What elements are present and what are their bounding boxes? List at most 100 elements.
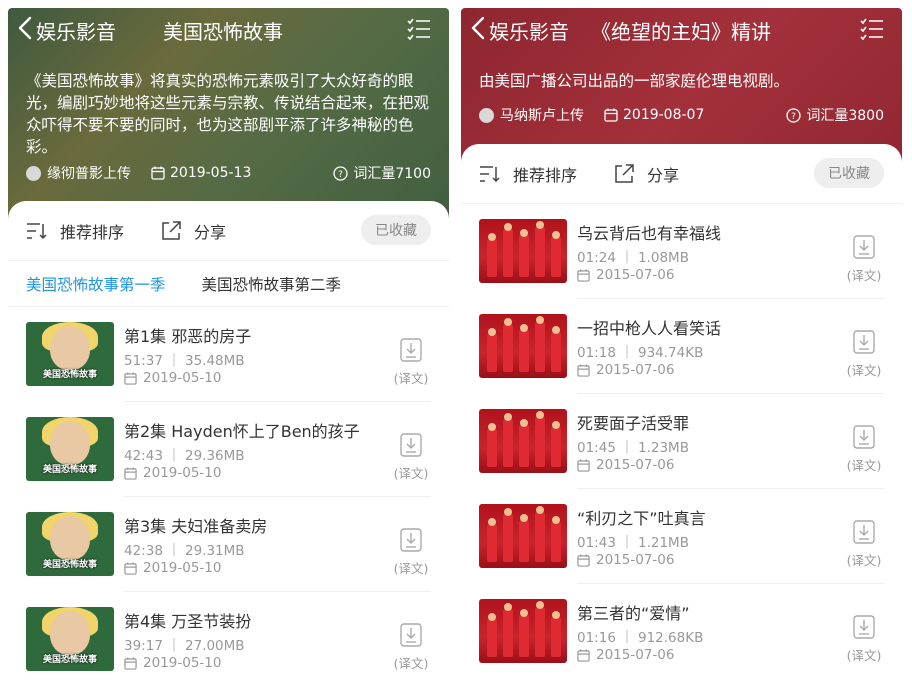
svg-text:?: ? (338, 170, 343, 180)
series-meta: 马纳斯卢上传 2019-08-07 ? 词汇量3800 (479, 105, 884, 125)
episode-date-label: 2015-07-06 (596, 267, 675, 283)
download-icon (853, 330, 875, 354)
download-button[interactable]: (译文) (844, 330, 884, 379)
download-button[interactable]: (译文) (391, 338, 431, 387)
episode-thumbnail (479, 314, 567, 378)
upload-date-label: 2019-08-07 (623, 107, 705, 123)
download-label: (译文) (846, 363, 882, 378)
tab-season-1[interactable]: 美国恐怖故事第一季 (26, 273, 166, 295)
episode-date-label: 2015-07-06 (596, 647, 675, 663)
download-label: (译文) (393, 371, 429, 386)
episode-date-label: 2019-05-10 (143, 560, 222, 576)
download-label: (译文) (393, 561, 429, 576)
episode-duration-size: 51:37 ｜ 35.48MB (124, 353, 245, 369)
favorited-button[interactable]: 已收藏 (361, 215, 431, 245)
series-description: 由美国广播公司出品的一部家庭伦理电视剧。 (479, 72, 790, 90)
sort-button[interactable]: 推荐排序 (479, 162, 577, 186)
episode-title: 一招中枪人人看笑话 (577, 319, 722, 338)
episode-date: 2019-05-10 (124, 465, 221, 481)
download-label: (译文) (846, 553, 882, 568)
list-item[interactable]: 乌云背后也有幸福线 01:24 ｜ 1.08MB 2015-07-06 (译文) (461, 204, 902, 299)
help-circle-icon: ? (786, 107, 802, 123)
avatar (479, 107, 494, 123)
list-item[interactable]: 第三者的“爱情” 01:16 ｜ 912.68KB 2015-07-06 (译文… (461, 584, 902, 679)
episode-thumbnail (479, 219, 567, 283)
share-button[interactable]: 分享 (613, 162, 679, 186)
download-button[interactable]: (译文) (391, 623, 431, 672)
tab-season-2[interactable]: 美国恐怖故事第二季 (202, 273, 342, 295)
episode-date: 2019-05-10 (124, 560, 221, 576)
download-icon (400, 528, 422, 552)
download-icon (400, 338, 422, 362)
download-button[interactable]: (译文) (391, 433, 431, 482)
list-item[interactable]: 死要面子活受罪 01:45 ｜ 1.23MB 2015-07-06 (译文) (461, 394, 902, 489)
download-button[interactable]: (译文) (391, 528, 431, 577)
season-tabs: 美国恐怖故事第一季 美国恐怖故事第二季 (8, 261, 449, 307)
calendar-icon (577, 553, 590, 567)
list-item[interactable]: 美国恐怖故事 第4集 万圣节装扮 39:17 ｜ 27.00MB 2019-05… (8, 592, 449, 686)
svg-text:?: ? (791, 112, 796, 122)
download-icon (853, 425, 875, 449)
thumbnail-title: 美国恐怖故事 (42, 560, 97, 570)
vocab-count[interactable]: ? 词汇量3800 (786, 105, 884, 125)
checklist-icon[interactable] (407, 18, 431, 40)
right-screen: 娱乐影音 《绝望的主妇》精讲 由美国广播公司出品的一部家庭伦理电视剧。 马纳斯卢… (461, 8, 902, 686)
uploader: 马纳斯卢上传 (479, 105, 584, 125)
favorited-button[interactable]: 已收藏 (814, 158, 884, 188)
list-item[interactable]: 美国恐怖故事 第1集 邪恶的房子 51:37 ｜ 35.48MB 2019-05… (8, 307, 449, 402)
episode-duration-size: 42:38 ｜ 29.31MB (124, 543, 245, 559)
calendar-icon (124, 561, 137, 575)
list-item[interactable]: 美国恐怖故事 第2集 Hayden怀上了Ben的孩子 42:43 ｜ 29.36… (8, 402, 449, 497)
share-button[interactable]: 分享 (160, 219, 226, 243)
sort-label: 推荐排序 (60, 222, 125, 242)
back-arrow-icon[interactable] (16, 15, 36, 41)
episode-duration-size: 01:24 ｜ 1.08MB (577, 250, 689, 266)
download-label: (译文) (846, 458, 882, 473)
download-button[interactable]: (译文) (844, 520, 884, 569)
download-button[interactable]: (译文) (844, 425, 884, 474)
episode-date-label: 2015-07-06 (596, 457, 675, 473)
list-item[interactable]: “利刃之下”吐真言 01:43 ｜ 1.21MB 2015-07-06 (译文) (461, 489, 902, 584)
vocab-label: 词汇量7100 (353, 166, 431, 182)
calendar-icon (577, 648, 590, 662)
episode-title: 第4集 万圣节装扮 (124, 612, 252, 631)
left-screen: 娱乐影音 美国恐怖故事 《美国恐怖故事》将真实的恐怖元素吸引了大众好奇的眼光，编… (8, 8, 449, 686)
episode-title: “利刃之下”吐真言 (577, 509, 706, 528)
episode-date-label: 2019-05-10 (143, 465, 222, 481)
checklist-icon[interactable] (860, 18, 884, 40)
calendar-icon (124, 466, 137, 480)
back-arrow-icon[interactable] (469, 15, 489, 41)
action-bar: 推荐排序 分享 已收藏 (8, 201, 449, 261)
episode-thumbnail: 美国恐怖故事 (26, 607, 114, 671)
episode-title: 第2集 Hayden怀上了Ben的孩子 (124, 422, 360, 441)
list-item[interactable]: 一招中枪人人看笑话 01:18 ｜ 934.74KB 2015-07-06 (译… (461, 299, 902, 394)
sort-label: 推荐排序 (513, 165, 578, 185)
episode-date-label: 2015-07-06 (596, 552, 675, 568)
calendar-icon (124, 371, 137, 385)
sort-icon (480, 165, 500, 182)
download-button[interactable]: (译文) (844, 235, 884, 284)
vocab-count[interactable]: ? 词汇量7100 (333, 163, 431, 183)
episode-thumbnail (479, 599, 567, 663)
calendar-icon (577, 268, 590, 282)
sort-button[interactable]: 推荐排序 (26, 219, 124, 243)
back-label[interactable]: 娱乐影音 (489, 16, 569, 45)
thumbnail-title: 美国恐怖故事 (42, 655, 97, 665)
upload-date: 2019-08-07 (604, 107, 704, 123)
calendar-icon (124, 656, 137, 670)
download-label: (译文) (846, 648, 882, 663)
series-description: 《美国恐怖故事》将真实的恐怖元素吸引了大众好奇的眼光，编剧巧妙地将这些元素与宗教… (26, 72, 430, 156)
episode-duration-size: 39:17 ｜ 27.00MB (124, 638, 245, 654)
episode-title: 乌云背后也有幸福线 (577, 224, 722, 243)
back-label[interactable]: 娱乐影音 (36, 16, 116, 45)
share-icon (162, 220, 181, 240)
calendar-icon (577, 458, 590, 472)
content-sheet: 推荐排序 分享 已收藏 美国恐怖故事第一季 美国恐怖故事第二季 美国恐怖故事 第… (8, 201, 449, 686)
download-button[interactable]: (译文) (844, 615, 884, 664)
episode-duration-size: 01:18 ｜ 934.74KB (577, 345, 704, 361)
upload-date: 2019-05-13 (151, 165, 251, 181)
episode-date: 2015-07-06 (577, 552, 674, 568)
list-item[interactable]: 美国恐怖故事 第3集 夫妇准备卖房 42:38 ｜ 29.31MB 2019-0… (8, 497, 449, 592)
download-label: (译文) (393, 466, 429, 481)
series-meta: 缘彻普影上传 2019-05-13 ? 词汇量7100 (26, 163, 431, 183)
